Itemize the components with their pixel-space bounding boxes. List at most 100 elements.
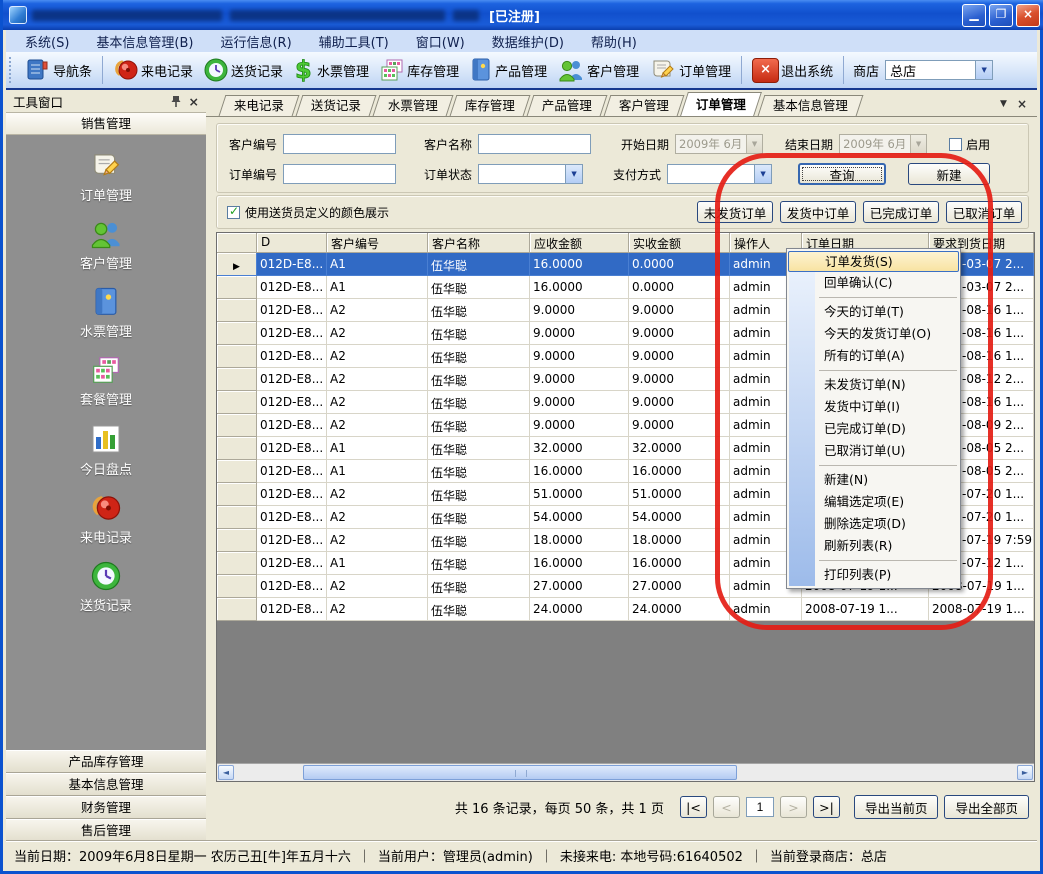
close-button[interactable]: × bbox=[1016, 4, 1040, 27]
tab-customer[interactable]: 客户管理 bbox=[604, 95, 685, 116]
customer-name-input[interactable] bbox=[478, 134, 591, 154]
toolbar-nav-bar-button[interactable]: 导航条 bbox=[20, 54, 97, 86]
sidebar-group-basic-info[interactable]: 基本信息管理 bbox=[6, 773, 206, 796]
toolbar-product-button[interactable]: 产品管理 bbox=[464, 54, 552, 86]
row-selector-cell[interactable] bbox=[217, 345, 257, 368]
title-bar[interactable]: [已注册] ▁ ❐ × bbox=[3, 0, 1043, 30]
tab-basic-info[interactable]: 基本信息管理 bbox=[758, 95, 864, 116]
header-customer-name[interactable]: 客户名称 bbox=[428, 233, 530, 253]
table-row[interactable]: 012D-E8... A2 伍华聪 24.0000 24.0000 admin … bbox=[217, 598, 1034, 621]
row-selector-cell[interactable] bbox=[217, 529, 257, 552]
chevron-down-icon[interactable]: ▼ bbox=[754, 165, 771, 183]
enable-checkbox[interactable] bbox=[949, 138, 962, 151]
menu-item-window[interactable]: 窗口(W) bbox=[407, 32, 474, 51]
end-date-picker[interactable]: 2009年 6月 8日 ▼ bbox=[839, 134, 927, 154]
menu-item-data-maint[interactable]: 数据维护(D) bbox=[483, 32, 573, 51]
menu-item-aux-tools[interactable]: 辅助工具(T) bbox=[310, 32, 398, 51]
row-selector-cell[interactable] bbox=[217, 391, 257, 414]
customer-no-input[interactable] bbox=[283, 134, 396, 154]
cancelled-orders-button[interactable]: 已取消订单 bbox=[946, 201, 1022, 223]
scrollbar-thumb[interactable] bbox=[303, 765, 737, 780]
tab-inventory[interactable]: 库存管理 bbox=[450, 95, 531, 116]
order-no-input[interactable] bbox=[283, 164, 396, 184]
scroll-left-icon[interactable]: ◄ bbox=[218, 765, 234, 780]
shop-select[interactable]: 总店 ▼ bbox=[885, 60, 993, 80]
sidebar-item-delivery-log[interactable]: 送货记录 bbox=[6, 560, 206, 614]
row-selector-cell[interactable] bbox=[217, 253, 257, 276]
sidebar-group-sales[interactable]: 销售管理 bbox=[6, 113, 206, 135]
close-icon[interactable]: × bbox=[189, 94, 199, 109]
export-current-page-button[interactable]: 导出当前页 bbox=[854, 795, 939, 819]
menu-item-print-list[interactable]: 打印列表(P) bbox=[787, 564, 960, 586]
next-page-button[interactable]: > bbox=[780, 796, 807, 818]
header-id[interactable]: D bbox=[257, 233, 327, 253]
toolbar-call-log-button[interactable]: 来电记录 bbox=[108, 54, 198, 86]
toolbar-order-button[interactable]: 订单管理 bbox=[644, 54, 736, 86]
row-selector-cell[interactable] bbox=[217, 552, 257, 575]
delivery-color-checkbox[interactable] bbox=[227, 206, 240, 219]
header-receivable[interactable]: 应收金额 bbox=[530, 233, 629, 253]
menu-item-shipping-orders[interactable]: 发货中订单(I) bbox=[787, 396, 960, 418]
maximize-button[interactable]: ❐ bbox=[989, 4, 1013, 27]
completed-orders-button[interactable]: 已完成订单 bbox=[863, 201, 939, 223]
prev-page-button[interactable]: < bbox=[713, 796, 740, 818]
chevron-down-icon[interactable]: ▼ bbox=[975, 61, 992, 79]
sidebar-item-order-mgmt[interactable]: 订单管理 bbox=[6, 150, 206, 204]
sidebar-item-package-mgmt[interactable]: 套餐管理 bbox=[6, 354, 206, 408]
row-selector-cell[interactable] bbox=[217, 299, 257, 322]
row-selector-cell[interactable] bbox=[217, 276, 257, 299]
menu-item-edit-selected[interactable]: 编辑选定项(E) bbox=[787, 491, 960, 513]
first-page-button[interactable]: |< bbox=[680, 796, 707, 818]
new-button[interactable]: 新建 bbox=[908, 163, 990, 185]
row-selector-cell[interactable] bbox=[217, 460, 257, 483]
pin-icon[interactable] bbox=[171, 95, 181, 108]
menu-item-new[interactable]: 新建(N) bbox=[787, 469, 960, 491]
last-page-button[interactable]: >| bbox=[813, 796, 840, 818]
menu-item-delete-selected[interactable]: 删除选定项(D) bbox=[787, 513, 960, 535]
header-received[interactable]: 实收金额 bbox=[629, 233, 730, 253]
unshipped-orders-button[interactable]: 未发货订单 bbox=[697, 201, 773, 223]
menu-item-system[interactable]: 系统(S) bbox=[16, 32, 78, 51]
toolbar-exit-button[interactable]: × 退出系统 bbox=[747, 54, 838, 86]
page-number-input[interactable] bbox=[746, 797, 774, 817]
horizontal-scrollbar[interactable]: ◄ ► bbox=[217, 763, 1034, 781]
row-selector-cell[interactable] bbox=[217, 437, 257, 460]
menu-item-unshipped-orders[interactable]: 未发货订单(N) bbox=[787, 374, 960, 396]
minimize-button[interactable]: ▁ bbox=[962, 4, 986, 27]
row-selector-cell[interactable] bbox=[217, 368, 257, 391]
menu-item-basic-info[interactable]: 基本信息管理(B) bbox=[87, 32, 202, 51]
start-date-picker[interactable]: 2009年 6月 8日 ▼ bbox=[675, 134, 763, 154]
close-icon[interactable]: × bbox=[1017, 97, 1027, 111]
payment-select[interactable]: ▼ bbox=[667, 164, 772, 184]
menu-item-todays-orders[interactable]: 今天的订单(T) bbox=[787, 301, 960, 323]
chevron-down-icon[interactable]: ▼ bbox=[1000, 97, 1007, 111]
sidebar-item-customer-mgmt[interactable]: 客户管理 bbox=[6, 218, 206, 272]
menu-item-all-orders[interactable]: 所有的订单(A) bbox=[787, 345, 960, 367]
menu-item-help[interactable]: 帮助(H) bbox=[582, 32, 646, 51]
chevron-down-icon[interactable]: ▼ bbox=[746, 135, 762, 153]
menu-item-cancelled-orders[interactable]: 已取消订单(U) bbox=[787, 440, 960, 462]
menu-item-run-info[interactable]: 运行信息(R) bbox=[211, 32, 300, 51]
row-selector-cell[interactable] bbox=[217, 483, 257, 506]
tab-product[interactable]: 产品管理 bbox=[527, 95, 608, 116]
tab-delivery-log[interactable]: 送货记录 bbox=[296, 95, 377, 116]
row-selector-cell[interactable] bbox=[217, 598, 257, 621]
row-selector-cell[interactable] bbox=[217, 414, 257, 437]
toolbar-water-ticket-button[interactable]: $ 水票管理 bbox=[288, 54, 374, 86]
sidebar-group-after-sales[interactable]: 售后管理 bbox=[6, 819, 206, 842]
row-selector-cell[interactable] bbox=[217, 575, 257, 598]
sidebar-group-product-inventory[interactable]: 产品库存管理 bbox=[6, 750, 206, 773]
tab-order-mgmt-active[interactable]: 订单管理 bbox=[680, 92, 762, 116]
shipping-orders-button[interactable]: 发货中订单 bbox=[780, 201, 856, 223]
toolbar-delivery-log-button[interactable]: 送货记录 bbox=[198, 54, 288, 86]
menu-item-ship-order[interactable]: 订单发货(S) bbox=[788, 251, 959, 272]
chevron-down-icon[interactable]: ▼ bbox=[910, 135, 926, 153]
header-customer-no[interactable]: 客户编号 bbox=[327, 233, 428, 253]
sidebar-group-finance[interactable]: 财务管理 bbox=[6, 796, 206, 819]
sidebar-item-call-log[interactable]: 来电记录 bbox=[6, 492, 206, 546]
row-selector-cell[interactable] bbox=[217, 322, 257, 345]
export-all-pages-button[interactable]: 导出全部页 bbox=[944, 795, 1029, 819]
chevron-down-icon[interactable]: ▼ bbox=[565, 165, 582, 183]
toolbar-inventory-button[interactable]: 库存管理 bbox=[374, 54, 464, 86]
menu-item-todays-shipments[interactable]: 今天的发货订单(O) bbox=[787, 323, 960, 345]
